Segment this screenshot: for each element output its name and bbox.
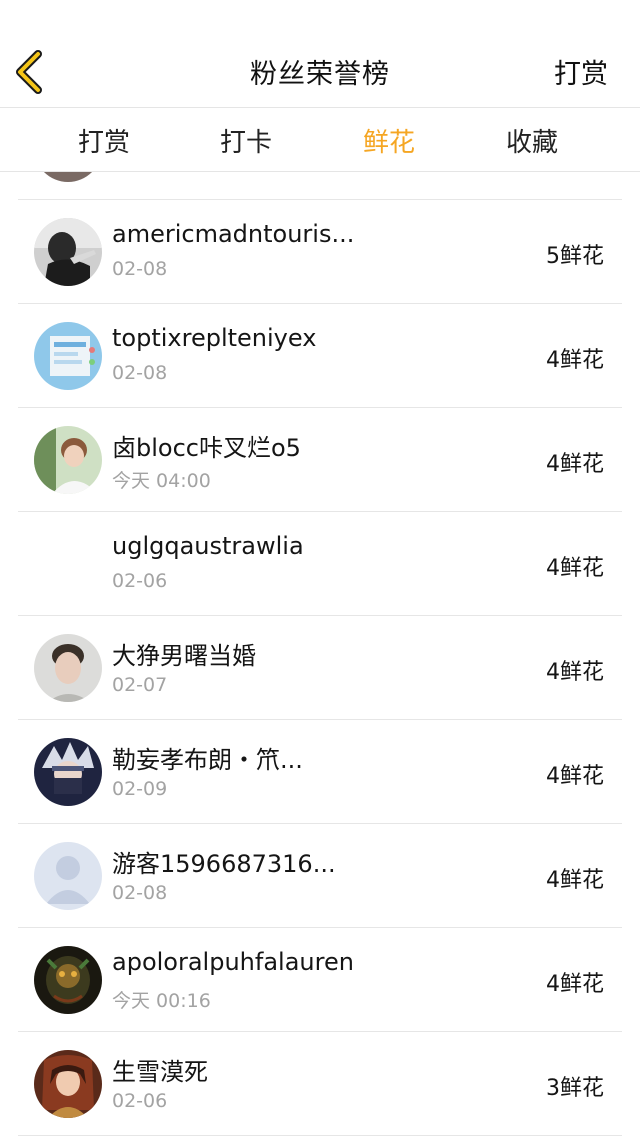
flower-count: 4鲜花 — [546, 556, 604, 581]
flower-count: 4鲜花 — [546, 452, 604, 477]
timestamp: 02-07 — [112, 674, 168, 696]
username: americmadntouris... — [112, 220, 355, 248]
tab-bar: 打赏 打卡 鲜花 收藏 — [0, 108, 640, 172]
timestamp: 02-09 — [112, 778, 168, 800]
username: uglgqaustrawlia — [112, 532, 304, 560]
list-item[interactable]: 大狰男曙当婚 02-07 4鲜花 — [18, 616, 622, 720]
avatar — [34, 946, 102, 1014]
tab-checkin[interactable]: 打卡 — [220, 122, 272, 159]
list-item[interactable]: americmadntouris... 02-08 5鲜花 — [18, 200, 622, 304]
timestamp: 02-08 — [112, 882, 168, 904]
list-item[interactable]: 游客1596687316... 02-08 4鲜花 — [18, 824, 622, 928]
avatar — [34, 172, 102, 182]
timestamp: 02-08 — [112, 362, 168, 384]
timestamp: 02-08 — [112, 258, 168, 280]
avatar — [34, 634, 102, 702]
list-item[interactable]: 生雪漠死 02-06 3鲜花 — [18, 1032, 622, 1136]
flower-count: 3鲜花 — [546, 1076, 604, 1101]
username: 勒妄孝布朗・笊... — [112, 746, 303, 774]
username: 游客1596687316... — [112, 850, 336, 878]
flower-count: 4鲜花 — [546, 972, 604, 997]
avatar — [34, 738, 102, 806]
timestamp: 02-06 — [112, 570, 168, 592]
avatar — [34, 218, 102, 286]
username: toptixreplteniyex — [112, 324, 317, 352]
tab-favorites[interactable]: 收藏 — [506, 122, 558, 159]
username: 卤blocc咔叉烂o5 — [112, 434, 301, 462]
avatar — [34, 426, 102, 494]
username: 生雪漠死 — [112, 1058, 208, 1086]
list-item[interactable]: 勒妄孝布朗・笊... 02-09 4鲜花 — [18, 720, 622, 824]
list-item[interactable]: uglgqaustrawlia 02-06 4鲜花 — [18, 512, 622, 616]
list-item[interactable]: 卤blocc咔叉烂o5 今天 04:00 4鲜花 — [18, 408, 622, 512]
list-item[interactable]: toptixreplteniyex 02-08 4鲜花 — [18, 304, 622, 408]
tab-flowers[interactable]: 鲜花 — [363, 122, 415, 159]
username: apoloralpuhfalauren — [112, 948, 354, 976]
tab-reward[interactable]: 打赏 — [78, 122, 130, 159]
ranking-list[interactable]: americmadntouris... 02-08 5鲜花 toptixrepl… — [0, 172, 640, 1139]
list-item[interactable]: apoloralpuhfalauren 今天 00:16 4鲜花 — [18, 928, 622, 1032]
flower-count: 4鲜花 — [546, 348, 604, 373]
page-title: 粉丝荣誉榜 — [250, 59, 390, 90]
flower-count: 4鲜花 — [546, 660, 604, 685]
timestamp: 今天 00:16 — [112, 990, 211, 1012]
navigation-bar: 粉丝荣誉榜 打赏 — [0, 0, 640, 108]
timestamp: 02-06 — [112, 1090, 168, 1112]
avatar — [34, 322, 102, 390]
flower-count: 4鲜花 — [546, 764, 604, 789]
flower-count: 5鲜花 — [546, 244, 604, 269]
reward-button[interactable]: 打赏 — [554, 52, 608, 91]
list-item[interactable] — [18, 172, 622, 200]
username: 大狰男曙当婚 — [112, 642, 256, 670]
flower-count: 4鲜花 — [546, 868, 604, 893]
timestamp: 今天 04:00 — [112, 470, 211, 492]
avatar — [34, 842, 102, 910]
avatar — [34, 1050, 102, 1118]
